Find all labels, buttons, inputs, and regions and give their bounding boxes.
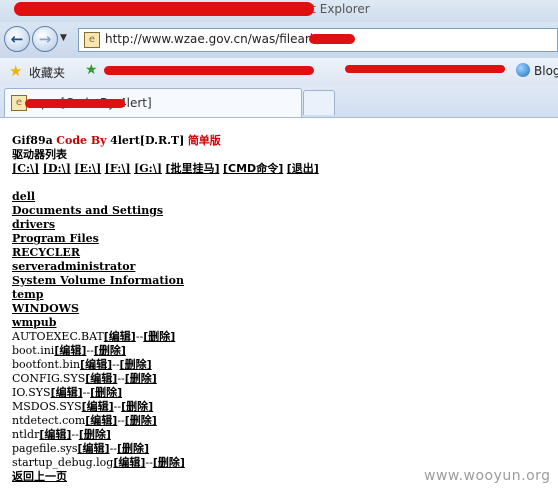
- file-name: startup_debug.log: [12, 456, 114, 469]
- page-icon: e: [84, 32, 100, 48]
- add-favorite-icon[interactable]: ★: [85, 62, 101, 78]
- delete-link[interactable]: [删除]: [153, 456, 185, 469]
- batch-trojan-link[interactable]: [批里挂马]: [165, 162, 219, 175]
- delete-link[interactable]: [删除]: [94, 344, 126, 357]
- file-row: CONFIG.SYS[编辑]--[删除]: [12, 372, 157, 386]
- file-row: pagefile.sys[编辑]--[删除]: [12, 442, 149, 456]
- globe-icon: [516, 63, 530, 77]
- redaction-mark: [309, 34, 355, 44]
- favorite-item-blog[interactable]: Blog: [534, 64, 558, 78]
- separator: --: [112, 358, 120, 371]
- folder-link[interactable]: Documents and Settings: [12, 204, 163, 217]
- header-author: 4lert[D.R.T]: [110, 134, 185, 147]
- separator: --: [117, 372, 125, 385]
- folder-link[interactable]: RECYCLER: [12, 246, 80, 259]
- file-name: ntldr: [12, 428, 40, 441]
- edit-link[interactable]: [编辑]: [51, 386, 83, 399]
- separator: --: [113, 400, 122, 413]
- folder-link[interactable]: serveradministrator: [12, 260, 135, 273]
- drive-link-f[interactable]: [F:\]: [105, 162, 131, 175]
- history-dropdown-icon[interactable]: ▼: [60, 33, 67, 43]
- file-row: ntldr[编辑]--[删除]: [12, 428, 111, 442]
- file-row: AUTOEXEC.BAT[编辑]--[删除]: [12, 330, 175, 344]
- redaction-mark: [25, 99, 125, 108]
- folder-link[interactable]: System Volume Information: [12, 274, 184, 287]
- delete-link[interactable]: [删除]: [143, 330, 175, 343]
- edit-link[interactable]: [编辑]: [113, 456, 145, 469]
- delete-link[interactable]: [删除]: [125, 414, 157, 427]
- back-page-link[interactable]: 返回上一页: [12, 470, 67, 483]
- file-row: bootfont.bin[编辑]--[删除]: [12, 358, 152, 372]
- folder-link[interactable]: Program Files: [12, 232, 99, 245]
- file-row: boot.ini[编辑]--[删除]: [12, 344, 126, 358]
- delete-link[interactable]: [删除]: [121, 400, 153, 413]
- folder-link[interactable]: drivers: [12, 218, 55, 231]
- separator: --: [82, 386, 91, 399]
- title-bar: …p… X…G…(… By 4lert[… … Windows Internet…: [0, 0, 558, 22]
- new-tab-button[interactable]: [303, 90, 335, 115]
- separator: --: [117, 414, 125, 427]
- navigation-bar: ← → ▼ e http://www.wzae.gov.cn/was/filea…: [0, 22, 558, 58]
- delete-link[interactable]: [删除]: [90, 386, 122, 399]
- edit-link[interactable]: [编辑]: [104, 330, 136, 343]
- file-name: boot.ini: [12, 344, 55, 357]
- drive-link-d[interactable]: [D:\]: [43, 162, 71, 175]
- tab-bar: e …p…[Code By 4lert]: [0, 85, 558, 118]
- drive-link-c[interactable]: [C:\]: [12, 162, 39, 175]
- separator: --: [145, 456, 153, 469]
- watermark-text: www.wooyun.org: [424, 468, 551, 484]
- header-code-by: Code By: [56, 134, 107, 147]
- favorites-bar: ★ 收藏夹 ★ Blog: [0, 58, 558, 86]
- redaction-mark: [345, 65, 505, 73]
- drive-link-e[interactable]: [E:\]: [74, 162, 101, 175]
- delete-link[interactable]: [删除]: [117, 442, 149, 455]
- cmd-command-link[interactable]: [CMD命令]: [223, 162, 283, 175]
- drive-links: [C:\] [D:\] [E:\] [F:\] [G:\] [批里挂马] [CM…: [12, 162, 319, 176]
- drive-link-g[interactable]: [G:\]: [134, 162, 162, 175]
- edit-link[interactable]: [编辑]: [54, 344, 86, 357]
- address-bar[interactable]: e http://www.wzae.gov.cn/was/fileark/: [78, 28, 558, 52]
- file-name: AUTOEXEC.BAT: [12, 330, 104, 343]
- favorites-label[interactable]: 收藏夹: [29, 64, 65, 81]
- edit-link[interactable]: [编辑]: [85, 372, 117, 385]
- edit-link[interactable]: [编辑]: [85, 414, 117, 427]
- forward-button[interactable]: →: [32, 26, 58, 52]
- redaction-mark: [14, 2, 314, 16]
- file-name: bootfont.bin: [12, 358, 81, 371]
- edit-link[interactable]: [编辑]: [39, 428, 71, 441]
- drive-list-title: 驱动器列表: [12, 148, 67, 161]
- redaction-mark: [104, 66, 314, 75]
- separator: --: [109, 442, 118, 455]
- folder-link[interactable]: dell: [12, 190, 35, 203]
- header-prefix: Gif89a: [12, 134, 53, 147]
- folder-link[interactable]: WINDOWS: [12, 302, 79, 315]
- file-row: startup_debug.log[编辑]--[删除]: [12, 456, 185, 470]
- edit-link[interactable]: [编辑]: [82, 400, 114, 413]
- back-button[interactable]: ←: [4, 26, 30, 52]
- edit-link[interactable]: [编辑]: [80, 358, 112, 371]
- file-row: ntdetect.com[编辑]--[删除]: [12, 414, 157, 428]
- logout-link[interactable]: [退出]: [287, 162, 319, 175]
- address-input[interactable]: http://www.wzae.gov.cn/was/fileark/: [105, 32, 321, 46]
- separator: --: [71, 428, 79, 441]
- delete-link[interactable]: [删除]: [79, 428, 111, 441]
- header-edition: 简单版: [187, 134, 221, 147]
- separator: --: [86, 344, 94, 357]
- file-name: pagefile.sys: [12, 442, 78, 455]
- delete-link[interactable]: [删除]: [120, 358, 152, 371]
- shell-header: Gif89a Code By 4lert[D.R.T] 简单版: [12, 134, 221, 148]
- favorites-star-icon[interactable]: ★: [9, 62, 22, 80]
- file-name: CONFIG.SYS: [12, 372, 86, 385]
- folder-link[interactable]: temp: [12, 288, 43, 301]
- file-name: ntdetect.com: [12, 414, 86, 427]
- tab-current[interactable]: e …p…[Code By 4lert]: [4, 88, 302, 117]
- edit-link[interactable]: [编辑]: [78, 442, 110, 455]
- file-row: IO.SYS[编辑]--[删除]: [12, 386, 122, 400]
- file-row: MSDOS.SYS[编辑]--[删除]: [12, 400, 153, 414]
- file-name: MSDOS.SYS: [12, 400, 82, 413]
- file-name: IO.SYS: [12, 386, 51, 399]
- folder-link[interactable]: wmpub: [12, 316, 57, 329]
- delete-link[interactable]: [删除]: [125, 372, 157, 385]
